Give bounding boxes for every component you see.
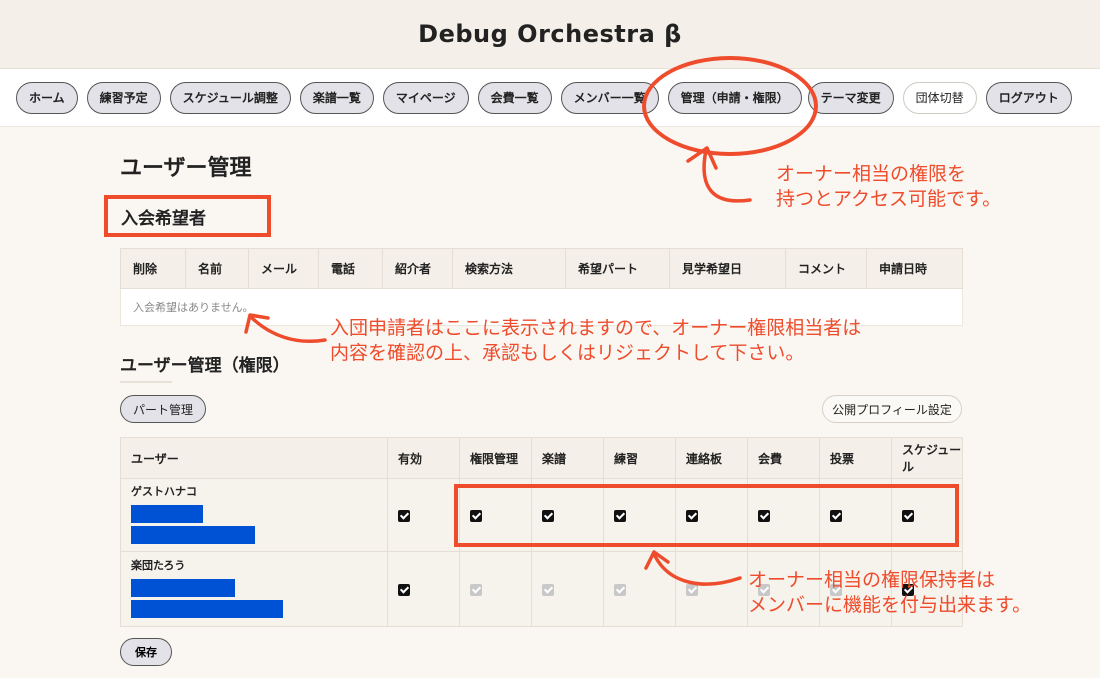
- perm-cell: [531, 551, 604, 627]
- part-management-button[interactable]: パート管理: [120, 395, 206, 423]
- redacted-field: [131, 526, 255, 544]
- column-header: 練習: [603, 437, 676, 479]
- title-underline: [120, 381, 172, 383]
- column-header: 申請日時: [866, 248, 963, 289]
- site-title: Debug Orchestra β: [418, 20, 682, 48]
- permissions-header-row: ユーザー 有効 権限管理 楽譜 練習 連絡板 会費 投票 スケジュール: [120, 437, 963, 479]
- column-header: 削除: [120, 248, 186, 289]
- perm-cell: [387, 478, 460, 552]
- user-name: 楽団たろう: [131, 559, 186, 572]
- annotation-permission-note: オーナー相当の権限保持者は メンバーに機能を付与出来ます。: [748, 569, 1032, 616]
- column-header: 権限管理: [459, 437, 532, 479]
- column-header: ユーザー: [120, 437, 388, 479]
- nav-fees-button[interactable]: 会費一覧: [477, 81, 552, 114]
- column-header: 有効: [387, 437, 460, 479]
- permission-board-checkbox[interactable]: [686, 583, 698, 596]
- permission-admin-checkbox[interactable]: [470, 583, 482, 596]
- column-header: 名前: [185, 248, 249, 289]
- perm-cell: [459, 551, 532, 627]
- applicants-header-row: 削除 名前 メール 電話 紹介者 検索方法 希望パート 見学希望日 コメント 申…: [120, 248, 963, 289]
- permission-scores-checkbox[interactable]: [542, 583, 554, 596]
- annotation-box: [454, 484, 959, 547]
- public-profile-settings-button[interactable]: 公開プロフィール設定: [822, 395, 962, 423]
- user-cell: ゲストハナコ: [120, 478, 388, 552]
- nav-practice-button[interactable]: 練習予定: [86, 81, 161, 114]
- redacted-field: [131, 600, 283, 618]
- annotation-arrow: [702, 148, 752, 203]
- annotation-nav-note: オーナー相当の権限を 持つとアクセス可能です。: [776, 163, 1002, 210]
- column-header: 電話: [318, 248, 383, 289]
- column-header: 検索方法: [452, 248, 566, 289]
- perm-cell: [675, 551, 748, 627]
- column-header: 連絡板: [675, 437, 748, 479]
- annotation-box: [104, 195, 271, 237]
- column-header: 見学希望日: [669, 248, 786, 289]
- column-header: コメント: [785, 248, 867, 289]
- user-name: ゲストハナコ: [131, 485, 197, 498]
- nav-schedule-button[interactable]: スケジュール調整: [169, 81, 291, 114]
- save-button[interactable]: 保存: [120, 638, 172, 666]
- column-header: 楽譜: [531, 437, 604, 479]
- nav-mypage-button[interactable]: マイページ: [382, 81, 469, 114]
- enabled-checkbox[interactable]: [398, 509, 410, 522]
- permissions-section-title: ユーザー管理（権限）: [120, 356, 290, 376]
- main-nav: ホーム 練習予定 スケジュール調整 楽譜一覧 マイページ 会費一覧 メンバー一覧…: [0, 68, 1100, 127]
- nav-scores-button[interactable]: 楽譜一覧: [299, 81, 374, 114]
- nav-theme-button[interactable]: テーマ変更: [807, 81, 894, 114]
- redacted-field: [131, 579, 235, 597]
- perm-cell: [387, 551, 460, 627]
- column-header: 会費: [747, 437, 820, 479]
- enabled-checkbox[interactable]: [398, 583, 410, 596]
- column-header: メール: [248, 248, 319, 289]
- redacted-field: [131, 505, 203, 523]
- site-header: Debug Orchestra β: [0, 0, 1100, 68]
- column-header: 紹介者: [382, 248, 453, 289]
- nav-home-button[interactable]: ホーム: [16, 81, 78, 114]
- page-title: ユーザー管理: [120, 156, 252, 181]
- annotation-applicant-note: 入団申請者はここに表示されますので、オーナー権限相当者は 内容を確認の上、承認も…: [330, 317, 862, 364]
- nav-logout-button[interactable]: ログアウト: [985, 81, 1072, 114]
- column-header: 希望パート: [565, 248, 670, 289]
- column-header: 投票: [819, 437, 892, 479]
- annotation-circle: [642, 56, 818, 156]
- permission-practice-checkbox[interactable]: [614, 583, 626, 596]
- user-cell: 楽団たろう: [120, 551, 388, 627]
- column-header: スケジュール: [891, 437, 963, 479]
- perm-cell: [603, 551, 676, 627]
- nav-switch-group-button[interactable]: 団体切替: [902, 81, 977, 114]
- applicants-table: 削除 名前 メール 電話 紹介者 検索方法 希望パート 見学希望日 コメント 申…: [120, 248, 963, 326]
